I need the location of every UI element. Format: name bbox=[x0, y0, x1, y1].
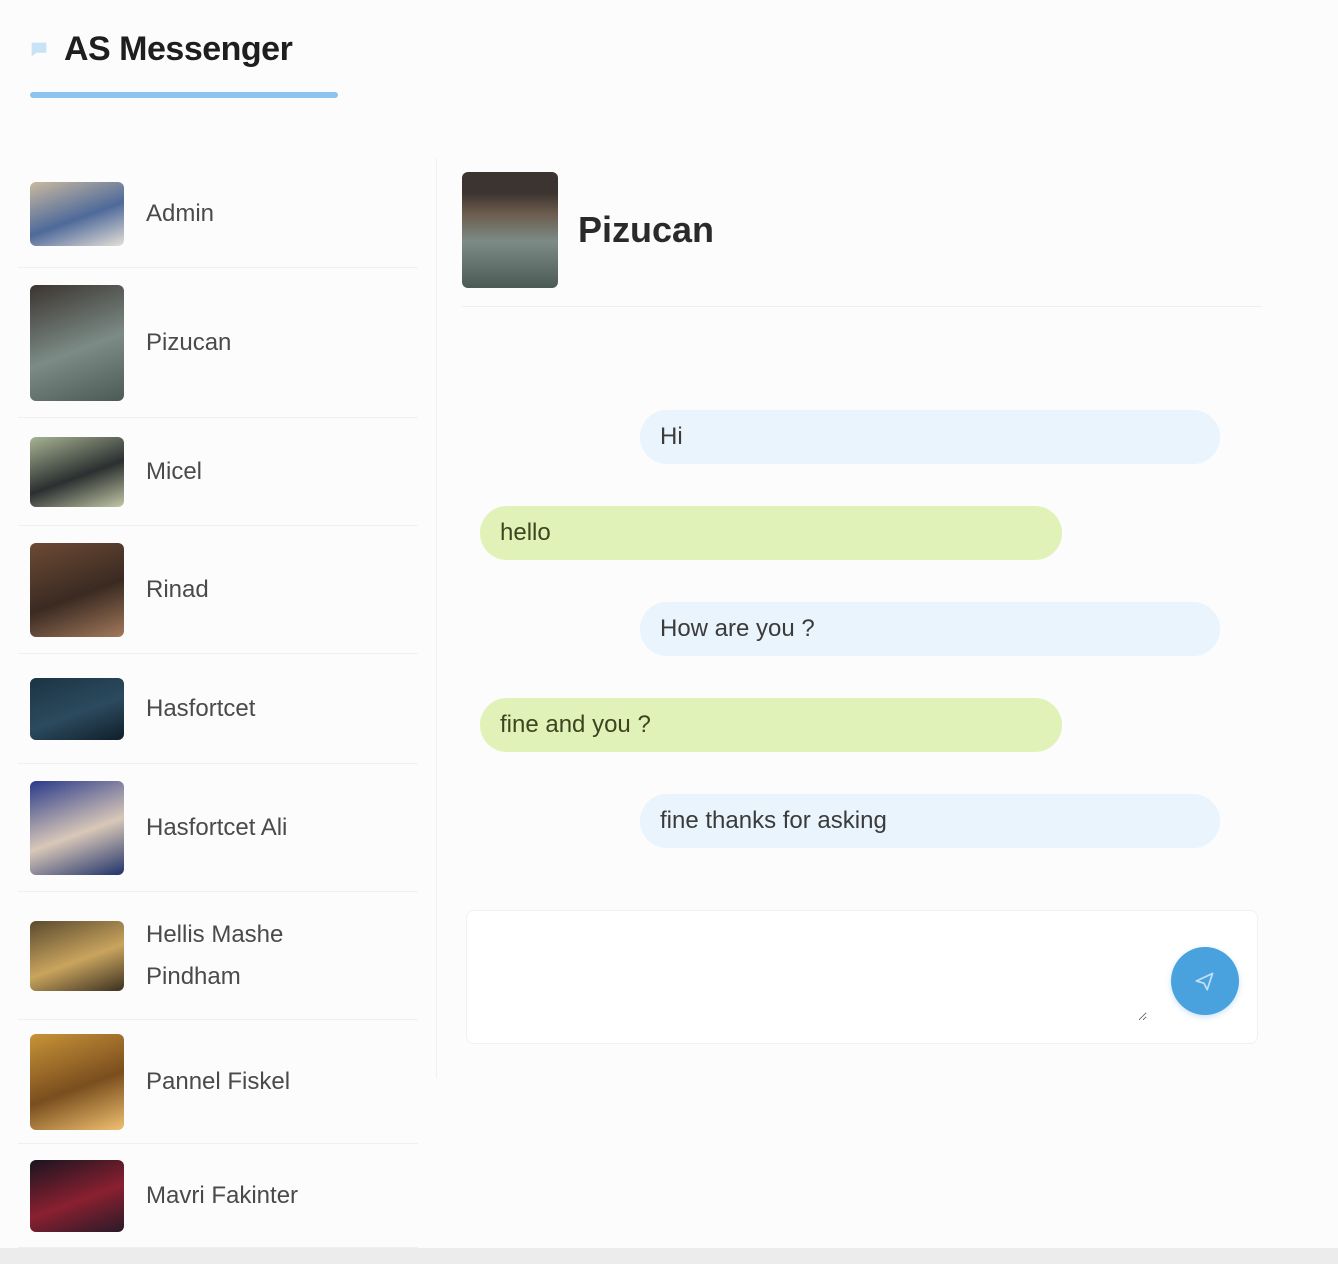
contact-item[interactable]: Hellis Mashe Pindham bbox=[18, 892, 418, 1020]
message-input[interactable] bbox=[487, 931, 1147, 1021]
messenger-app: AS Messenger Admin Pizucan Micel Rinad Hasfo… bbox=[0, 0, 1338, 1264]
contact-item[interactable]: Pannel Fiskel bbox=[18, 1020, 418, 1144]
contact-item[interactable]: Hasfortcet Ali bbox=[18, 764, 418, 892]
contact-item[interactable]: Micel bbox=[18, 418, 418, 526]
contact-item[interactable]: Admin bbox=[18, 160, 418, 268]
contact-avatar bbox=[30, 181, 124, 246]
contact-avatar bbox=[30, 1159, 124, 1232]
contact-avatar bbox=[30, 284, 124, 401]
app-title: AS Messenger bbox=[64, 30, 293, 68]
active-chat-name: Pizucan bbox=[578, 209, 715, 250]
title-underline bbox=[30, 92, 338, 98]
chat-header-divider bbox=[462, 306, 1262, 307]
contact-avatar bbox=[30, 542, 124, 637]
send-icon bbox=[1195, 972, 1214, 991]
contact-avatar bbox=[30, 780, 124, 875]
contact-list: Admin Pizucan Micel Rinad Hasfortcet Hasfortc… bbox=[18, 160, 428, 1264]
contact-avatar bbox=[30, 1033, 124, 1130]
incoming-message: fine thanks for asking bbox=[640, 794, 1220, 848]
chat-header: Pizucan bbox=[462, 172, 714, 288]
contact-name: Admin bbox=[146, 199, 215, 227]
bottom-edge bbox=[0, 1248, 1338, 1264]
incoming-message: How are you ? bbox=[640, 602, 1220, 656]
contact-item[interactable]: Pizucan bbox=[18, 268, 418, 418]
contact-name: Pizucan bbox=[146, 328, 232, 356]
contact-name: Hasfortcet bbox=[146, 694, 256, 722]
contact-name: Rinad bbox=[146, 575, 209, 603]
contact-item[interactable]: Hasfortcet bbox=[18, 654, 418, 764]
contact-name: Hellis Mashe Pindham bbox=[146, 920, 284, 990]
panel-divider bbox=[436, 158, 437, 1078]
contact-item[interactable]: Rinad bbox=[18, 526, 418, 654]
incoming-message: Hi bbox=[640, 410, 1220, 464]
outgoing-message: fine and you ? bbox=[480, 698, 1062, 752]
send-button[interactable] bbox=[1171, 947, 1239, 1015]
contact-name: Hasfortcet Ali bbox=[146, 813, 288, 841]
outgoing-message: hello bbox=[480, 506, 1062, 560]
contact-avatar bbox=[30, 436, 124, 507]
message-composer bbox=[466, 910, 1258, 1044]
chat-bubble-icon bbox=[31, 42, 47, 56]
contact-avatar bbox=[30, 677, 124, 740]
contact-name: Pannel Fiskel bbox=[146, 1067, 291, 1095]
contact-avatar bbox=[30, 920, 124, 991]
contact-name: Micel bbox=[146, 457, 203, 485]
active-chat-avatar bbox=[462, 172, 558, 288]
contact-name: Mavri Fakinter bbox=[146, 1181, 299, 1209]
brand-header: AS Messenger bbox=[28, 30, 293, 69]
contact-item[interactable]: Mavri Fakinter bbox=[18, 1144, 418, 1248]
